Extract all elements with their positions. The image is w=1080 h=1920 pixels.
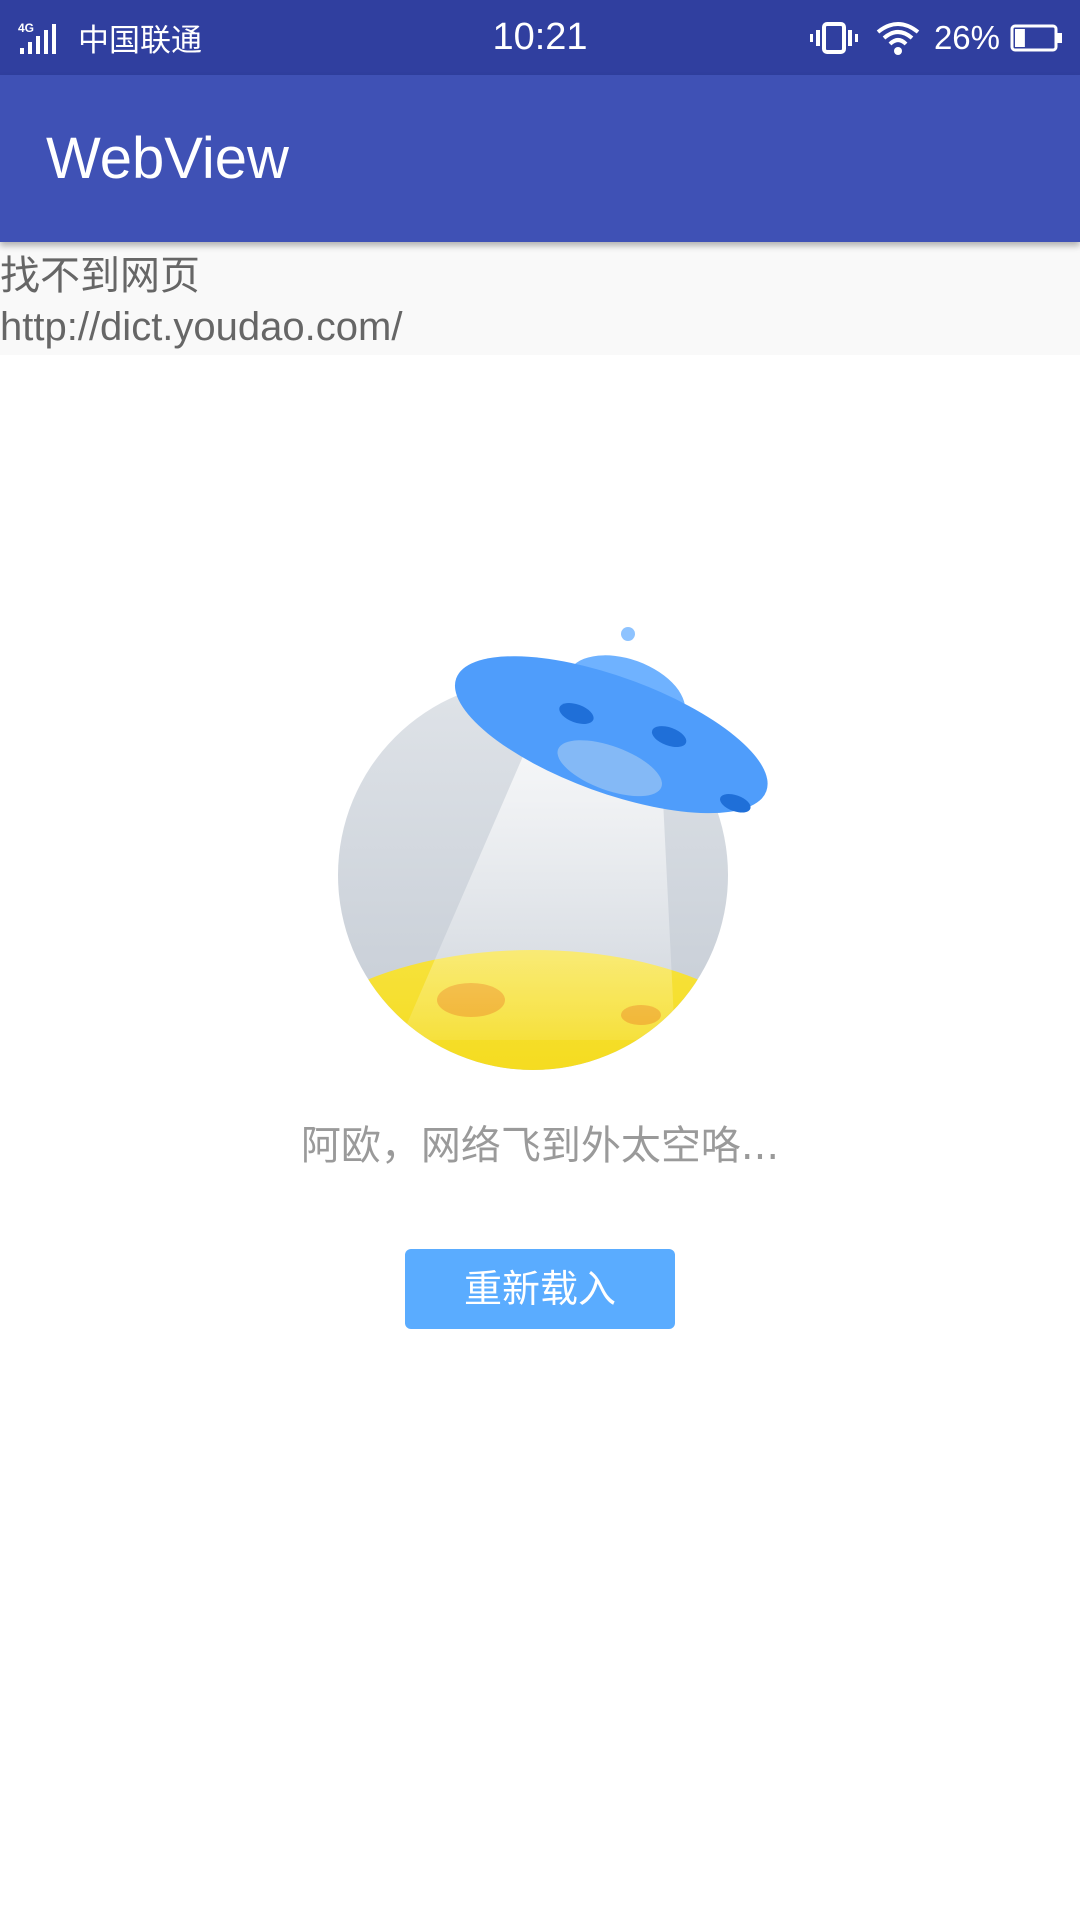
status-right: 26% [809, 0, 1064, 75]
app-bar: WebView [0, 75, 1080, 242]
battery-percentage: 26% [933, 18, 1000, 56]
error-page-title: 找不到网页 [0, 253, 200, 299]
app-title: WebView [46, 126, 289, 191]
wifi-icon [876, 21, 920, 55]
battery-icon [1010, 24, 1062, 51]
vibrate-icon [809, 21, 858, 54]
ufo-over-moon-illustration [338, 627, 768, 1070]
reload-button[interactable]: 重新载入 [405, 1249, 675, 1329]
error-header: 找不到网页 http://dict.youdao.com/ [0, 242, 1080, 355]
status-bar: 4G 中国联通 10:21 26% [0, 0, 1080, 75]
error-page-url: http://dict.youdao.com/ [0, 305, 403, 349]
error-message: 阿欧，网络飞到外太空咯... [300, 1123, 780, 1169]
